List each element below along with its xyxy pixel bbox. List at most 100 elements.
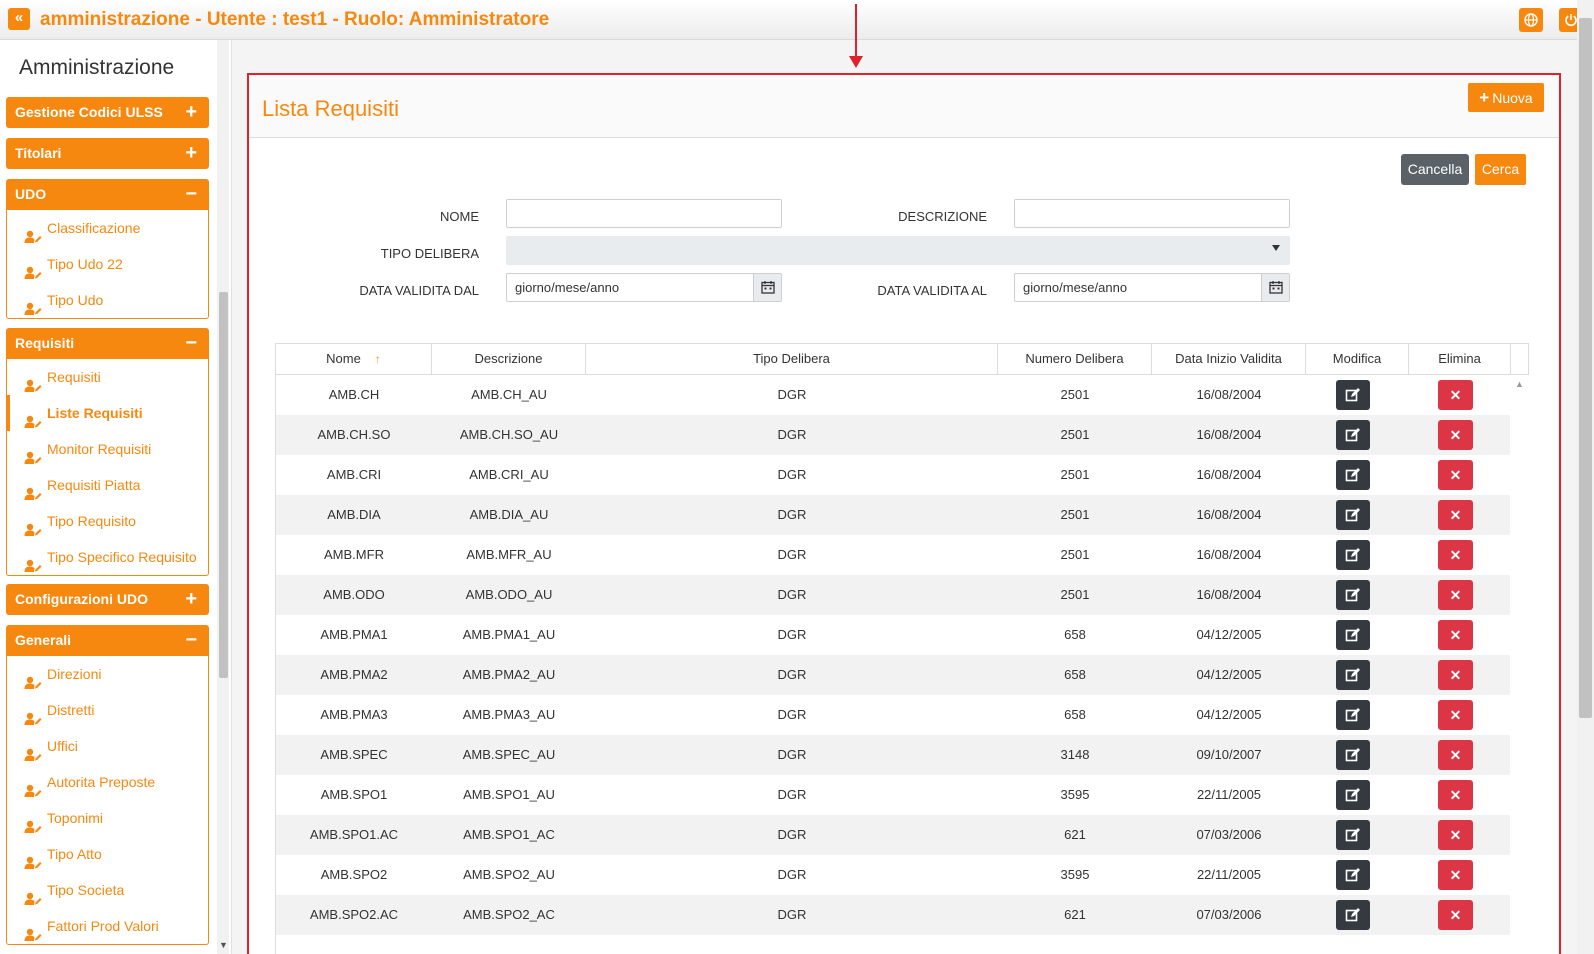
scroll-up-icon[interactable]: ▲ xyxy=(1515,379,1524,389)
tipo-delibera-select[interactable] xyxy=(506,236,1290,265)
close-icon: ✕ xyxy=(1449,707,1462,723)
cell-numero-delibera: 2501 xyxy=(1060,587,1090,602)
cancel-button[interactable]: Cancella xyxy=(1401,154,1469,185)
sidebar-item-tipo-atto[interactable]: Tipo Atto xyxy=(7,836,208,872)
sidebar-item-tipo-specifico-requisito[interactable]: Tipo Specifico Requisito xyxy=(7,539,208,575)
table-row: AMB.SPO2.AC AMB.SPO2_AC DGR 621 07/03/2006 ✕ xyxy=(276,895,1510,935)
plus-icon: + xyxy=(1479,88,1490,107)
sidebar-item-label: Fattori Prod Valori xyxy=(47,918,159,934)
collapse-icon: − xyxy=(185,183,197,205)
sidebar-group-header[interactable]: Gestione Codici ULSS + xyxy=(6,97,209,128)
sidebar-item-fattori-prod-valori[interactable]: Fattori Prod Valori xyxy=(7,908,208,944)
edit-icon xyxy=(1345,908,1360,922)
calendar-icon xyxy=(1269,281,1283,294)
sidebar-item-label: Tipo Udo 22 xyxy=(47,256,123,272)
column-header-tipo-delibera[interactable]: Tipo Delibera xyxy=(586,344,998,374)
edit-button[interactable] xyxy=(1336,660,1370,690)
cell-tipo-delibera: DGR xyxy=(777,427,807,442)
edit-icon xyxy=(1345,828,1360,842)
column-header-nome[interactable]: Nome ↑ xyxy=(276,344,432,374)
close-icon: ✕ xyxy=(1449,547,1462,563)
sidebar-group-header[interactable]: Generali − xyxy=(6,625,209,656)
cell-data-inizio-validita: 16/08/2004 xyxy=(1196,387,1262,402)
edit-button[interactable] xyxy=(1336,460,1370,490)
sidebar-item-direzioni[interactable]: Direzioni xyxy=(7,656,208,692)
nome-label: NOME xyxy=(440,209,479,224)
data-validita-al-input[interactable]: giorno/mese/anno xyxy=(1014,273,1290,302)
sidebar-item-label: Liste Requisiti xyxy=(47,405,143,421)
delete-button[interactable]: ✕ xyxy=(1438,380,1473,410)
delete-button[interactable]: ✕ xyxy=(1438,580,1473,610)
delete-button[interactable]: ✕ xyxy=(1438,820,1473,850)
edit-button[interactable] xyxy=(1336,860,1370,890)
edit-button[interactable] xyxy=(1336,700,1370,730)
sidebar-item-tipo-societa[interactable]: Tipo Societa xyxy=(7,872,208,908)
edit-button[interactable] xyxy=(1336,500,1370,530)
close-icon: ✕ xyxy=(1449,747,1462,763)
sidebar-group-header[interactable]: Requisiti − xyxy=(6,328,209,359)
delete-button[interactable]: ✕ xyxy=(1438,900,1473,930)
edit-button[interactable] xyxy=(1336,740,1370,770)
sidebar-item-tipo-udo[interactable]: Tipo Udo xyxy=(7,282,208,318)
sidebar-group-header[interactable]: Configurazioni UDO + xyxy=(6,584,209,615)
edit-button[interactable] xyxy=(1336,780,1370,810)
edit-button[interactable] xyxy=(1336,900,1370,930)
nome-input[interactable] xyxy=(506,199,782,228)
column-header-descrizione[interactable]: Descrizione xyxy=(432,344,586,374)
sidebar-item-uffici[interactable]: Uffici xyxy=(7,728,208,764)
delete-button[interactable]: ✕ xyxy=(1438,660,1473,690)
page-scrollbar-thumb[interactable] xyxy=(1579,18,1592,718)
sidebar-group-header[interactable]: UDO − xyxy=(6,179,209,210)
column-header-numero-delibera[interactable]: Numero Delibera xyxy=(998,344,1152,374)
sidebar-group-header[interactable]: Titolari + xyxy=(6,138,209,169)
delete-button[interactable]: ✕ xyxy=(1438,460,1473,490)
edit-button[interactable] xyxy=(1336,380,1370,410)
sidebar-item-monitor-requisiti[interactable]: Monitor Requisiti xyxy=(7,431,208,467)
sidebar-item-tipo-udo-22[interactable]: Tipo Udo 22 xyxy=(7,246,208,282)
cell-numero-delibera: 2501 xyxy=(1060,387,1090,402)
delete-button[interactable]: ✕ xyxy=(1438,420,1473,450)
calendar-button[interactable] xyxy=(753,274,781,301)
data-validita-dal-input[interactable]: giorno/mese/anno xyxy=(506,273,782,302)
cell-nome: AMB.PMA1 xyxy=(320,627,388,642)
delete-button[interactable]: ✕ xyxy=(1438,540,1473,570)
sidebar-item-tipo-requisito[interactable]: Tipo Requisito xyxy=(7,503,208,539)
search-button[interactable]: Cerca xyxy=(1475,154,1526,185)
sidebar-item-liste-requisiti[interactable]: Liste Requisiti xyxy=(7,395,208,431)
edit-button[interactable] xyxy=(1336,620,1370,650)
column-header-elimina: Elimina xyxy=(1409,344,1511,374)
sidebar-item-label: Uffici xyxy=(47,738,78,754)
cell-tipo-delibera: DGR xyxy=(777,867,807,882)
scroll-down-icon[interactable]: ▼ xyxy=(219,940,228,950)
delete-button[interactable]: ✕ xyxy=(1438,860,1473,890)
edit-button[interactable] xyxy=(1336,540,1370,570)
sidebar-item-distretti[interactable]: Distretti xyxy=(7,692,208,728)
sidebar-item-requisiti-piatta[interactable]: Requisiti Piatta xyxy=(7,467,208,503)
edit-button[interactable] xyxy=(1336,580,1370,610)
data-validita-al-label: DATA VALIDITA AL xyxy=(877,283,987,298)
sidebar-item-classificazione[interactable]: Classificazione xyxy=(7,210,208,246)
sidebar-item-requisiti[interactable]: Requisiti xyxy=(7,359,208,395)
annotation-arrow-head xyxy=(849,56,863,68)
edit-button[interactable] xyxy=(1336,420,1370,450)
cell-data-inizio-validita: 16/08/2004 xyxy=(1196,587,1262,602)
panel-header: Lista Requisiti + Nuova xyxy=(249,75,1559,138)
language-button[interactable] xyxy=(1519,8,1543,32)
descrizione-input[interactable] xyxy=(1014,199,1290,228)
delete-button[interactable]: ✕ xyxy=(1438,740,1473,770)
delete-button[interactable]: ✕ xyxy=(1438,500,1473,530)
delete-button[interactable]: ✕ xyxy=(1438,620,1473,650)
calendar-button[interactable] xyxy=(1261,274,1289,301)
sidebar-item-toponimi[interactable]: Toponimi xyxy=(7,800,208,836)
column-header-data-inizio-validita[interactable]: Data Inizio Validita xyxy=(1152,344,1306,374)
collapse-sidebar-button[interactable]: « xyxy=(8,8,30,30)
table-scrollbar[interactable] xyxy=(1511,375,1529,954)
sidebar-scrollbar-thumb[interactable] xyxy=(219,292,228,678)
delete-button[interactable]: ✕ xyxy=(1438,700,1473,730)
delete-button[interactable]: ✕ xyxy=(1438,780,1473,810)
sidebar-item-label: Classificazione xyxy=(47,220,141,236)
close-icon: ✕ xyxy=(1449,827,1462,843)
sidebar-item-autorita-preposte[interactable]: Autorita Preposte xyxy=(7,764,208,800)
edit-button[interactable] xyxy=(1336,820,1370,850)
new-button[interactable]: + Nuova xyxy=(1468,83,1544,112)
